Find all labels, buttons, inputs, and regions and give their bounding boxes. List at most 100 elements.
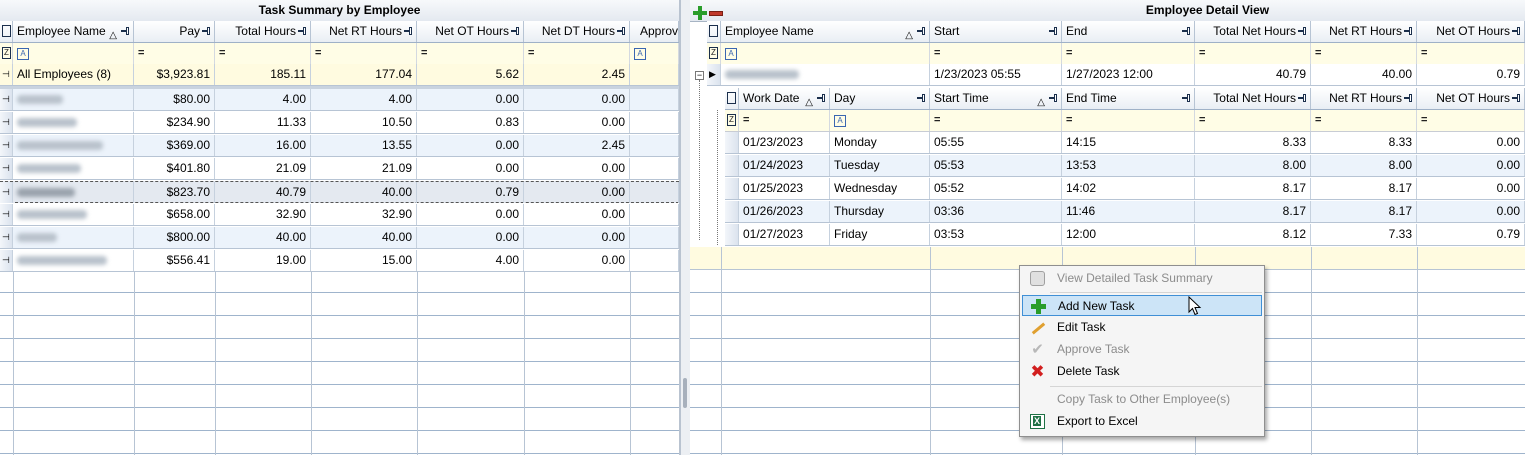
pin-icon[interactable] (1404, 94, 1413, 102)
employee-summary-row[interactable]: ⊣ $369.00 16.00 13.55 0.00 2.45 (0, 135, 679, 157)
menu-approve-task[interactable]: ✔ Approve Task (1022, 339, 1262, 360)
pin-icon[interactable] (1182, 27, 1191, 35)
remove-row-icon[interactable] (709, 11, 723, 16)
employee-summary-row[interactable]: ⊣ $401.80 21.09 21.09 0.00 0.00 (0, 158, 679, 180)
menu-add-new-task[interactable]: Add New Task (1022, 295, 1262, 316)
pin-icon[interactable] (1182, 94, 1191, 102)
pin-icon[interactable] (404, 27, 413, 35)
clear-filter-icon[interactable]: Z (0, 43, 13, 64)
splitter-grip-icon[interactable] (683, 378, 687, 408)
pencil-icon (1030, 320, 1045, 335)
pin-icon[interactable] (917, 94, 926, 102)
filter-net-ot-hours[interactable]: = (1417, 110, 1525, 131)
col-approved[interactable]: Approv (630, 21, 679, 42)
filter-work-date[interactable]: = (739, 110, 830, 131)
pin-icon[interactable] (511, 27, 520, 35)
summary-row[interactable]: ⊣ All Employees (8) $3,923.81 185.11 177… (0, 64, 679, 86)
col-total-net-hours[interactable]: Total Net Hours (1195, 88, 1311, 109)
filter-net-rt-hours[interactable]: = (1311, 110, 1417, 131)
col-net-rt-hours[interactable]: Net RT Hours (1311, 88, 1417, 109)
filter-total-net-hours[interactable]: = (1195, 43, 1311, 64)
col-start-time[interactable]: Start Time △ (930, 88, 1062, 109)
task-detail-row[interactable]: 01/25/2023 Wednesday 05:52 14:02 8.17 8.17 0.0… (725, 178, 1525, 200)
cell-total: 4.00 (215, 89, 311, 110)
filter-end-time[interactable]: = (1062, 110, 1195, 131)
add-row-icon[interactable] (693, 6, 707, 20)
column-chooser-button[interactable] (0, 21, 13, 42)
summary-total-hours: 185.11 (215, 64, 311, 85)
pin-icon[interactable] (202, 27, 211, 35)
col-net-rt-hours[interactable]: Net RT Hours (311, 21, 417, 42)
col-total-hours[interactable]: Total Hours (215, 21, 311, 42)
employee-name-cell (13, 250, 134, 271)
col-net-ot-hours[interactable]: Net OT Hours (1417, 21, 1525, 42)
col-work-date[interactable]: Work Date △ (739, 88, 830, 109)
col-employee-name[interactable]: Employee Name △ (13, 21, 134, 42)
filter-start[interactable]: = (930, 43, 1062, 64)
pin-icon[interactable] (1404, 27, 1413, 35)
pin-icon[interactable] (1049, 27, 1058, 35)
pin-icon[interactable] (298, 27, 307, 35)
col-total-net-hours[interactable]: Total Net Hours (1195, 21, 1311, 42)
filter-net-ot-hours[interactable]: = (1417, 43, 1525, 64)
filter-end[interactable]: = (1062, 43, 1195, 64)
filter-total-net-hours[interactable]: = (1195, 110, 1311, 131)
col-end[interactable]: End (1062, 21, 1195, 42)
employee-summary-row[interactable]: ⊣ $823.70 40.79 40.00 0.79 0.00 (0, 181, 679, 203)
filter-net-rt-hours[interactable]: = (1311, 43, 1417, 64)
col-net-rt-hours[interactable]: Net RT Hours (1311, 21, 1417, 42)
menu-copy-task[interactable]: Copy Task to Other Employee(s) (1022, 389, 1262, 410)
cell-end: 11:46 (1062, 201, 1195, 222)
pin-icon[interactable] (1298, 27, 1307, 35)
employee-row[interactable]: ▶ 1/23/2023 05:55 1/27/2023 12:00 40.79 … (707, 64, 1525, 86)
filter-net-rt-hours[interactable]: = (311, 43, 417, 64)
clear-filter-icon[interactable]: Z (725, 110, 739, 131)
filter-start-time[interactable]: = (930, 110, 1062, 131)
pin-icon[interactable] (1049, 94, 1058, 102)
filter-net-dt-hours[interactable]: = (524, 43, 630, 64)
filter-employee-name[interactable]: A (13, 43, 134, 64)
pin-icon[interactable] (917, 27, 926, 35)
col-employee-name[interactable]: Employee Name △ (721, 21, 930, 42)
col-net-ot-hours[interactable]: Net OT Hours (1417, 88, 1525, 109)
right-column-header-row: Employee Name △ Start End Total Net Hours… (707, 21, 1525, 43)
check-icon: ✔ (1031, 341, 1044, 358)
pin-icon[interactable] (617, 27, 626, 35)
pin-icon[interactable] (1298, 94, 1307, 102)
filter-day[interactable]: A (830, 110, 930, 131)
filter-approved[interactable]: A (630, 43, 679, 64)
col-pay[interactable]: Pay (134, 21, 215, 42)
col-end-time[interactable]: End Time (1062, 88, 1195, 109)
task-detail-row[interactable]: 01/26/2023 Thursday 03:36 11:46 8.17 8.17 0.00 (725, 201, 1525, 223)
employee-summary-row[interactable]: ⊣ $658.00 32.90 32.90 0.00 0.00 (0, 204, 679, 226)
employee-summary-row[interactable]: ⊣ $800.00 40.00 40.00 0.00 0.00 (0, 227, 679, 249)
filter-net-ot-hours[interactable]: = (417, 43, 524, 64)
pin-icon[interactable] (1512, 27, 1521, 35)
task-detail-row[interactable]: 01/24/2023 Tuesday 05:53 13:53 8.00 8.00 0.00 (725, 155, 1525, 177)
col-start[interactable]: Start (930, 21, 1062, 42)
cell-total: 8.12 (1195, 224, 1311, 245)
pin-icon[interactable] (1512, 94, 1521, 102)
menu-delete-task[interactable]: ✖ Delete Task (1022, 361, 1262, 382)
pin-icon[interactable] (817, 94, 826, 102)
col-day[interactable]: Day (830, 88, 930, 109)
collapse-icon[interactable]: − (695, 71, 704, 80)
menu-export-to-excel[interactable]: Export to Excel (1022, 411, 1262, 432)
task-detail-row[interactable]: 01/27/2023 Friday 03:53 12:00 8.12 7.33 0.79 (725, 224, 1525, 246)
filter-employee-name[interactable]: A (721, 43, 930, 64)
employee-summary-row[interactable]: ⊣ $80.00 4.00 4.00 0.00 0.00 (0, 89, 679, 111)
column-chooser-button[interactable] (725, 88, 739, 109)
clear-filter-icon[interactable]: Z (707, 43, 721, 64)
menu-edit-task[interactable]: Edit Task (1022, 317, 1262, 338)
column-chooser-button[interactable] (707, 21, 721, 42)
col-net-ot-hours[interactable]: Net OT Hours (417, 21, 524, 42)
employee-summary-row[interactable]: ⊣ $556.41 19.00 15.00 4.00 0.00 (0, 250, 679, 272)
employee-summary-row[interactable]: ⊣ $234.90 11.33 10.50 0.83 0.00 (0, 112, 679, 134)
filter-total-hours[interactable]: = (215, 43, 311, 64)
menu-view-detailed-task-summary[interactable]: View Detailed Task Summary (1022, 268, 1262, 289)
pin-icon[interactable] (121, 27, 130, 35)
task-detail-row[interactable]: 01/23/2023 Monday 05:55 14:15 8.33 8.33 0.00 (725, 132, 1525, 154)
cell-rt: 8.17 (1311, 178, 1417, 199)
col-net-dt-hours[interactable]: Net DT Hours (524, 21, 630, 42)
filter-pay[interactable]: = (134, 43, 215, 64)
